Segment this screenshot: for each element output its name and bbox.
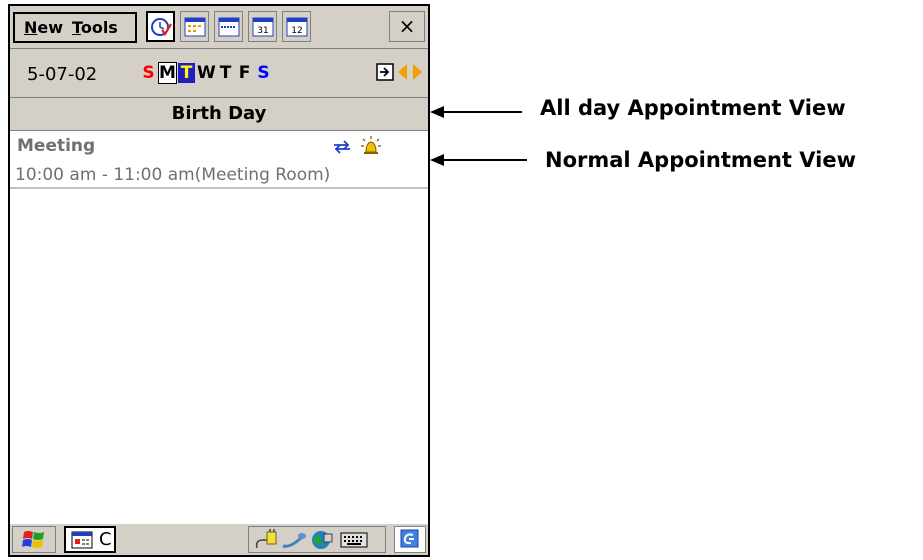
menu-bar: New Tools <box>13 12 137 43</box>
network-connection-icon[interactable] <box>281 528 307 552</box>
calendar-app-icon <box>71 531 93 549</box>
day-wednesday[interactable]: W <box>197 63 216 83</box>
device-screen: New Tools 31 12 × 5-07-02 S M T W T F S … <box>8 4 430 557</box>
windows-logo-icon <box>22 531 44 548</box>
power-plug-icon[interactable] <box>253 528 279 552</box>
week-view-icon <box>218 17 239 36</box>
day-sunday[interactable]: S <box>140 63 157 83</box>
previous-week-icon[interactable] <box>398 64 407 80</box>
desktop-icon <box>400 529 419 548</box>
month-view-icon: 31 <box>252 17 273 36</box>
appointment-title: Meeting <box>17 136 96 156</box>
start-button[interactable] <box>12 526 56 553</box>
day-saturday[interactable]: S <box>255 63 272 83</box>
day-friday[interactable]: F <box>236 63 253 83</box>
current-date[interactable]: 5-07-02 <box>27 64 97 85</box>
internet-globe-icon[interactable] <box>309 528 335 552</box>
normal-arrow-line <box>440 159 527 161</box>
all-day-appointment[interactable]: Birth Day <box>10 98 428 131</box>
date-bar: 5-07-02 S M T W T F S <box>10 49 428 98</box>
week-view-button[interactable] <box>214 11 243 42</box>
tools-menu[interactable]: Tools <box>72 18 118 37</box>
all-day-arrow-line <box>440 111 522 113</box>
close-button[interactable]: × <box>389 11 425 42</box>
system-tray <box>248 526 386 553</box>
month-view-button[interactable]: 31 <box>248 11 277 42</box>
normal-annotation: Normal Appointment View <box>545 148 857 172</box>
reminder-bell-icon <box>361 136 381 154</box>
desktop-button[interactable] <box>394 526 426 553</box>
keyboard-icon[interactable] <box>339 528 369 552</box>
appointment-time: 10:00 am - 11:00 am(Meeting Room) <box>15 165 331 185</box>
day-thursday[interactable]: T <box>217 63 234 83</box>
svg-text:31: 31 <box>257 26 268 36</box>
agenda-view-icon <box>150 17 172 36</box>
go-to-today-icon[interactable] <box>376 63 394 81</box>
calendar-task-label: C <box>99 529 112 550</box>
recurrence-icon <box>334 140 350 154</box>
svg-text:12: 12 <box>291 26 302 36</box>
day-view-icon <box>184 17 205 36</box>
taskbar: C <box>10 523 428 555</box>
calendar-task-button[interactable]: C <box>64 526 116 553</box>
year-view-icon: 12 <box>286 17 307 36</box>
agenda-view-button[interactable] <box>146 11 175 42</box>
new-menu[interactable]: New <box>24 18 63 37</box>
next-week-icon[interactable] <box>413 64 422 80</box>
day-monday[interactable]: M <box>158 62 177 84</box>
day-view-button[interactable] <box>180 11 209 42</box>
appointment-item[interactable]: Meeting 10:00 am - 11:00 am(Meeting Room… <box>10 131 428 189</box>
all-day-annotation: All day Appointment View <box>540 96 846 120</box>
year-view-button[interactable]: 12 <box>282 11 311 42</box>
toolbar: New Tools 31 12 × <box>10 6 428 49</box>
day-tuesday-selected[interactable]: T <box>178 63 195 83</box>
